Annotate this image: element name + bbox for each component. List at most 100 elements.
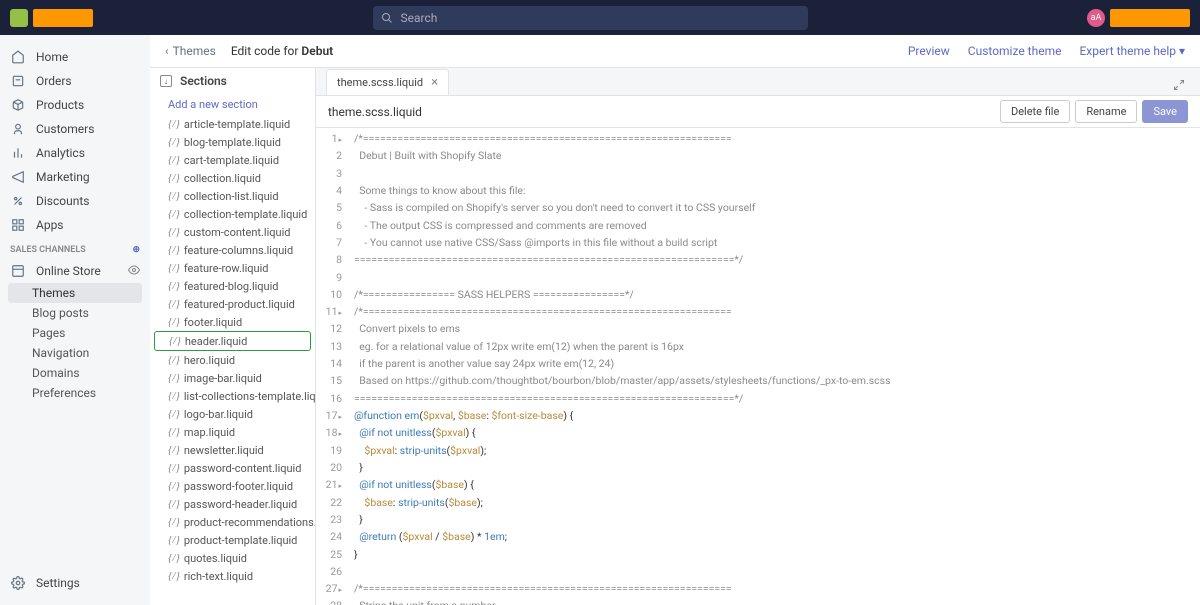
rename-button[interactable]: Rename	[1075, 100, 1137, 123]
products-icon	[10, 97, 26, 113]
section-header[interactable]: ↓ Sections	[150, 68, 315, 94]
avatar[interactable]: aA	[1087, 9, 1105, 27]
file-newsletter-liquid[interactable]: {/} newsletter.liquid	[150, 441, 315, 459]
file-logo-bar-liquid[interactable]: {/} logo-bar.liquid	[150, 405, 315, 423]
liquid-icon: {/}	[168, 316, 180, 328]
file-bar: theme.scss.liquid Delete file Rename Sav…	[316, 96, 1200, 128]
file-collection-template-liquid[interactable]: {/} collection-template.liquid	[150, 205, 315, 223]
apps-icon	[10, 217, 26, 233]
liquid-icon: {/}	[168, 552, 180, 564]
file-feature-row-liquid[interactable]: {/} feature-row.liquid	[150, 259, 315, 277]
liquid-icon: {/}	[168, 298, 180, 310]
sidebar-item-products[interactable]: Products	[0, 93, 150, 117]
file-collection-list-liquid[interactable]: {/} collection-list.liquid	[150, 187, 315, 205]
sidebar-item-online-store[interactable]: Online Store	[0, 259, 150, 283]
file-product-template-liquid[interactable]: {/} product-template.liquid	[150, 531, 315, 549]
file-password-footer-liquid[interactable]: {/} password-footer.liquid	[150, 477, 315, 495]
page-title: Edit code for Debut	[231, 44, 333, 58]
file-quotes-liquid[interactable]: {/} quotes.liquid	[150, 549, 315, 567]
tab-label: theme.scss.liquid	[337, 76, 423, 89]
liquid-icon: {/}	[168, 390, 180, 402]
close-icon[interactable]: ×	[431, 75, 438, 90]
customize-theme-link[interactable]: Customize theme	[968, 44, 1062, 58]
sidebar-sub-blog-posts[interactable]: Blog posts	[0, 303, 150, 323]
liquid-icon: {/}	[168, 208, 180, 220]
store-icon	[10, 263, 26, 279]
liquid-icon: {/}	[168, 354, 180, 366]
file-featured-product-liquid[interactable]: {/} featured-product.liquid	[150, 295, 315, 313]
code-editor[interactable]: 1234567891011121314151617181920212223242…	[316, 128, 1200, 605]
sidebar-sub-navigation[interactable]: Navigation	[0, 343, 150, 363]
eye-icon[interactable]	[128, 264, 140, 279]
file-footer-liquid[interactable]: {/} footer.liquid	[150, 313, 315, 331]
sidebar-label: Settings	[36, 576, 80, 590]
expert-help-dropdown[interactable]: Expert theme help ▾	[1079, 44, 1185, 58]
file-blog-template-liquid[interactable]: {/} blog-template.liquid	[150, 133, 315, 151]
sidebar-sub-preferences[interactable]: Preferences	[0, 383, 150, 403]
main-area: ‹ Themes Edit code for Debut Preview Cus…	[150, 35, 1200, 605]
file-header-liquid[interactable]: {/} header.liquid	[154, 331, 311, 351]
liquid-icon: {/}	[168, 262, 180, 274]
filename-label: theme.scss.liquid	[328, 105, 422, 119]
file-featured-blog-liquid[interactable]: {/} featured-blog.liquid	[150, 277, 315, 295]
file-hero-liquid[interactable]: {/} hero.liquid	[150, 351, 315, 369]
sidebar-item-apps[interactable]: Apps	[0, 213, 150, 237]
file-feature-columns-liquid[interactable]: {/} feature-columns.liquid	[150, 241, 315, 259]
marketing-icon	[10, 169, 26, 185]
nav-sidebar: Home Orders ProductsCustomers Analytics Mark…	[0, 35, 150, 605]
file-rich-text-liquid[interactable]: {/} rich-text.liquid	[150, 567, 315, 585]
discounts-icon	[10, 193, 26, 209]
liquid-icon: {/}	[168, 154, 180, 166]
file-custom-content-liquid[interactable]: {/} custom-content.liquid	[150, 223, 315, 241]
liquid-icon: {/}	[168, 190, 180, 202]
back-button[interactable]: ‹ Themes	[165, 44, 216, 58]
chevron-left-icon: ‹	[165, 44, 169, 58]
customers-icon	[10, 121, 26, 137]
sidebar-label: Marketing	[36, 170, 90, 184]
file-password-content-liquid[interactable]: {/} password-content.liquid	[150, 459, 315, 477]
liquid-icon: {/}	[168, 172, 180, 184]
sidebar-label: Online Store	[36, 264, 101, 278]
delete-file-button[interactable]: Delete file	[1000, 100, 1070, 123]
sales-channels-header: SALES CHANNELS ⊕	[0, 237, 150, 259]
sidebar-item-customers[interactable]: Customers	[0, 117, 150, 141]
search-input[interactable]: Search	[373, 6, 808, 30]
sidebar-item-home[interactable]: Home	[0, 45, 150, 69]
sidebar-item-orders[interactable]: Orders	[0, 69, 150, 93]
sidebar-sub-pages[interactable]: Pages	[0, 323, 150, 343]
save-button[interactable]: Save	[1142, 100, 1188, 123]
sidebar-item-analytics[interactable]: Analytics	[0, 141, 150, 165]
liquid-icon: {/}	[169, 335, 181, 347]
shopify-logo-icon	[10, 9, 28, 27]
search-icon	[381, 12, 393, 24]
sidebar-item-settings[interactable]: Settings	[0, 571, 150, 595]
file-password-header-liquid[interactable]: {/} password-header.liquid	[150, 495, 315, 513]
file-cart-template-liquid[interactable]: {/} cart-template.liquid	[150, 151, 315, 169]
liquid-icon: {/}	[168, 462, 180, 474]
tabs-row: theme.scss.liquid ×	[316, 68, 1200, 96]
file-collection-liquid[interactable]: {/} collection.liquid	[150, 169, 315, 187]
sidebar-item-marketing[interactable]: Marketing	[0, 165, 150, 189]
expand-icon[interactable]	[1168, 76, 1190, 95]
home-icon	[10, 49, 26, 65]
sidebar-sub-domains[interactable]: Domains	[0, 363, 150, 383]
sidebar-label: Orders	[36, 74, 72, 88]
add-section-link[interactable]: Add a new section	[150, 94, 315, 115]
add-channel-icon[interactable]: ⊕	[132, 245, 140, 255]
preview-link[interactable]: Preview	[908, 44, 950, 58]
file-tree: ↓ Sections Add a new section {/} article…	[150, 68, 316, 605]
analytics-icon	[10, 145, 26, 161]
file-product-recommendations-liquid[interactable]: {/} product-recommendations.liquid	[150, 513, 315, 531]
file-image-bar-liquid[interactable]: {/} image-bar.liquid	[150, 369, 315, 387]
liquid-icon: {/}	[168, 534, 180, 546]
sidebar-label: Analytics	[36, 146, 85, 160]
search-placeholder: Search	[401, 11, 438, 25]
file-article-template-liquid[interactable]: {/} article-template.liquid	[150, 115, 315, 133]
sidebar-sub-themes[interactable]: Themes	[8, 283, 142, 303]
collapse-icon: ↓	[160, 75, 172, 87]
gear-icon	[10, 575, 26, 591]
tab-open-file[interactable]: theme.scss.liquid ×	[326, 69, 449, 95]
file-map-liquid[interactable]: {/} map.liquid	[150, 423, 315, 441]
sidebar-item-discounts[interactable]: Discounts	[0, 189, 150, 213]
file-list-collections-template-liquid[interactable]: {/} list-collections-template.liquid	[150, 387, 315, 405]
